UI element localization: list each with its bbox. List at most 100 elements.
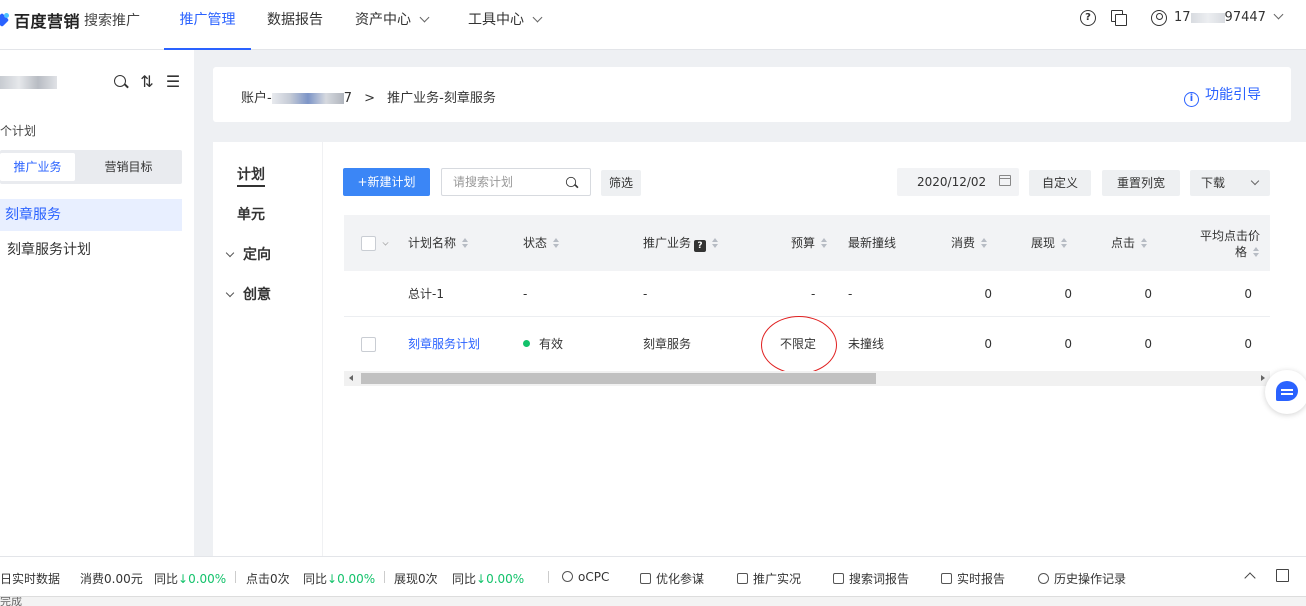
top-navbar: 百度营销 搜索推广 推广管理 数据报告 资产中心 工具中心 ? 17 97447 [0,0,1306,50]
yoy-label: 同比 [452,572,477,586]
download-label: 下载 [1201,176,1226,190]
sidebar-item-seal-service[interactable]: 刻章服务 [0,199,182,231]
select-all-checkbox[interactable] [361,236,376,251]
total-clicks: 0 [1144,287,1152,301]
help-icon[interactable]: ? [694,240,707,252]
col-business[interactable]: 推广业务? [643,215,719,271]
col-label-line1: 平均点击价 [1199,229,1260,243]
subnav-targeting[interactable]: 定向 [225,244,271,264]
plan-search-input[interactable] [442,169,562,195]
search-icon[interactable] [113,74,129,90]
account-menu[interactable]: 17 97447 [1174,9,1284,25]
col-impressions[interactable]: 展现 [1031,215,1068,271]
sidebar-tools: ⇅ ☰ [113,74,181,90]
scroll-left-icon[interactable] [349,375,353,381]
promo-status-link[interactable]: 推广实况 [737,570,801,587]
history-log-link[interactable]: 历史操作记录 [1038,570,1126,587]
sort-icon[interactable]: ⇅ [139,74,155,90]
sidebar: ⇅ ☰ 个计划 推广业务 营销目标 刻章服务 刻章服务计划 [0,50,194,556]
help-icon[interactable]: ? [1080,10,1096,26]
col-avg-click-price[interactable]: 平均点击价 格 [1174,215,1260,271]
col-cost[interactable]: 消费 [951,215,988,271]
col-latest-hit[interactable]: 最新撞线 [848,215,896,271]
download-dropdown[interactable]: 下载 [1190,170,1270,196]
nav-label: 工具中心 [468,12,524,28]
list-collapse-icon[interactable]: ☰ [165,74,181,90]
copy-icon[interactable] [1111,10,1127,26]
chat-support-icon[interactable] [1265,370,1306,414]
subnav-unit[interactable]: 单元 [237,204,265,224]
edit-icon[interactable] [1276,569,1289,582]
clock-icon [1038,573,1049,584]
feature-guide-link[interactable]: i 功能引导 [1184,84,1261,107]
sort-icon [553,238,560,248]
plan-name-link[interactable]: 刻章服务计划 [408,318,480,371]
subnav-creative[interactable]: 创意 [225,284,271,304]
account-suffix: 97447 [1224,10,1266,25]
plan-clicks: 0 [1144,337,1152,351]
scroll-right-icon[interactable] [1261,375,1265,381]
ocpc-icon [562,571,573,582]
total-cost: 0 [984,287,992,301]
ocpc-link[interactable]: oCPC [562,570,609,584]
subnav-plan[interactable]: 计划 [237,164,265,187]
tab-promo-business[interactable]: 推广业务 [0,153,75,181]
row-checkbox[interactable] [361,337,376,352]
user-avatar-icon[interactable] [1151,10,1167,26]
col-label: 状态 [523,236,548,250]
subnav-label: 定向 [243,247,271,263]
col-label: 展现 [1031,236,1056,250]
subnav-label: 创意 [243,287,271,303]
report-icon [833,573,844,584]
sort-icon [981,238,988,248]
logo[interactable]: 百度营销 搜索推广 [0,8,140,32]
nav-data-report[interactable]: 数据报告 [267,0,323,50]
impressions-yoy: 同比↓0.00% [452,570,524,587]
sidebar-item-seal-service-plan[interactable]: 刻章服务计划 [0,234,182,266]
horizontal-scrollbar[interactable] [344,371,1270,386]
search-report-label: 搜索词报告 [849,572,910,586]
optimize-advisor-link[interactable]: 优化参谋 [640,570,704,587]
search-term-report-link[interactable]: 搜索词报告 [833,570,909,587]
col-budget[interactable]: 预算 [791,215,828,271]
plan-count: 个计划 [0,124,37,138]
plan-status: 有效 [523,318,563,371]
tab-marketing-goal[interactable]: 营销目标 [75,153,182,181]
realtime-report-link[interactable]: 实时报告 [941,570,1005,587]
filter-button[interactable]: 筛选 [601,170,641,196]
nav-label: 推广管理 [179,12,236,28]
total-budget: - [811,287,816,301]
sort-icon [1141,238,1148,248]
nav-promotion-management[interactable]: 推广管理 [164,0,251,50]
status-text: 完成 [0,596,22,606]
account-blurred [1190,12,1225,23]
sort-icon [1253,247,1260,257]
col-plan-name[interactable]: 计划名称 [408,215,469,271]
breadcrumb-separator: > [364,91,376,106]
divider [235,571,236,583]
col-status[interactable]: 状态 [523,215,560,271]
nav-tool-center[interactable]: 工具中心 [468,0,543,50]
nav-asset-center[interactable]: 资产中心 [355,0,430,50]
search-icon[interactable] [565,176,577,188]
date-picker[interactable]: 2020/12/02 [897,168,1019,196]
optimize-label: 优化参谋 [656,572,705,586]
reset-column-width-button[interactable]: 重置列宽 [1102,170,1180,196]
guide-label: 功能引导 [1205,87,1261,103]
col-clicks[interactable]: 点击 [1111,215,1148,271]
col-label-line2: 格 [1234,245,1247,259]
scrollbar-thumb[interactable] [361,373,876,384]
col-label: 推广业务 [643,236,692,250]
total-business: - [643,287,648,301]
plan-impressions: 0 [1064,337,1072,351]
sidebar-tabs: 推广业务 营销目标 [0,150,182,184]
breadcrumb-account[interactable]: 账户- [241,91,272,106]
sort-icon [462,238,469,248]
status-dot-icon [523,340,530,347]
today-clicks: 点击0次 [246,572,290,586]
realtime-report-label: 实时报告 [957,572,1006,586]
new-plan-button[interactable]: +新建计划 [343,168,430,196]
chevron-down-icon[interactable] [382,239,389,246]
plan-cost: 0 [984,337,992,351]
custom-columns-button[interactable]: 自定义 [1029,170,1091,196]
